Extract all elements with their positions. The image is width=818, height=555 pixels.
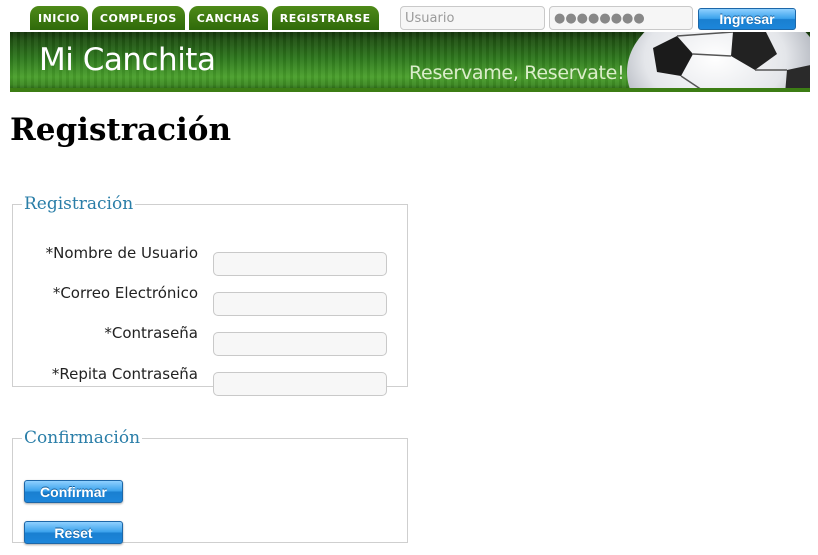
login-button[interactable]: Ingresar: [698, 8, 796, 30]
username-login-input[interactable]: [400, 6, 545, 30]
confirmation-legend: Confirmación: [24, 428, 141, 448]
site-banner: Mi Canchita Reservame, Reservate!: [10, 32, 810, 92]
top-bar: INICIO COMPLEJOS CANCHAS REGISTRARSE Ing…: [0, 0, 818, 32]
username-field[interactable]: [213, 252, 387, 276]
tab-inicio[interactable]: INICIO: [30, 6, 88, 30]
email-label: *Correo Electrónico: [52, 284, 198, 302]
reset-button[interactable]: Reset: [24, 521, 123, 544]
email-field[interactable]: [213, 292, 387, 316]
username-label: *Nombre de Usuario: [45, 244, 198, 262]
main-nav: INICIO COMPLEJOS CANCHAS REGISTRARSE: [30, 6, 379, 30]
tab-registrarse[interactable]: REGISTRARSE: [271, 6, 379, 30]
password-login-input[interactable]: [549, 6, 693, 30]
tab-complejos[interactable]: COMPLEJOS: [91, 6, 185, 30]
registration-fieldset: Registración *Nombre de Usuario *Correo …: [12, 194, 408, 396]
registration-legend: Registración: [24, 194, 134, 214]
repeat-password-label: *Repita Contraseña: [51, 365, 198, 383]
password-field[interactable]: [213, 332, 387, 356]
site-title: Mi Canchita: [39, 42, 216, 78]
banner-bottom-stripe: [10, 88, 810, 92]
password-label: *Contraseña: [104, 324, 198, 342]
repeat-password-field[interactable]: [213, 372, 387, 396]
confirm-button[interactable]: Confirmar: [24, 480, 123, 503]
confirmation-fieldset: Confirmación Confirmar Reset: [12, 428, 408, 544]
page-title: Registración: [10, 112, 231, 148]
soccer-ball-icon: [627, 32, 810, 92]
tab-canchas[interactable]: CANCHAS: [188, 6, 268, 30]
site-slogan: Reservame, Reservate!: [409, 62, 625, 84]
